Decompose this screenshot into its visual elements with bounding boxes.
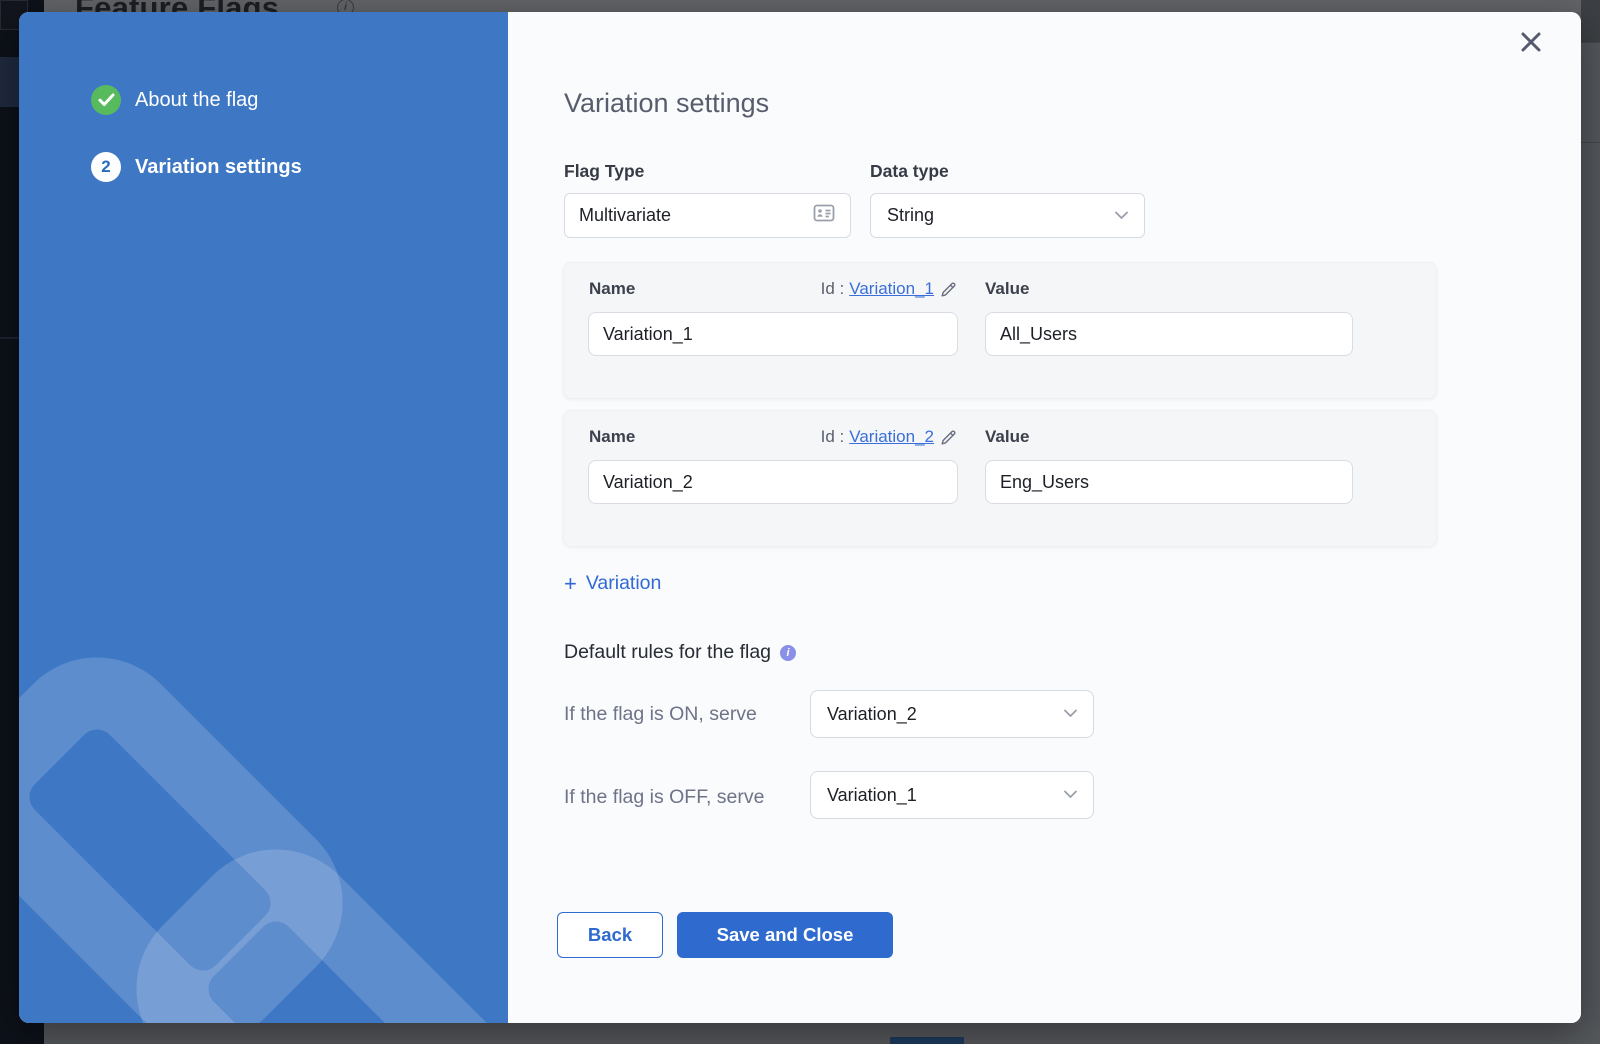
value-label: Value (985, 279, 1029, 299)
flag-off-value: Variation_1 (827, 785, 917, 806)
data-type-select[interactable]: String (870, 193, 1145, 238)
default-rules-title: Default rules for the flag (564, 641, 771, 664)
variation-name-input[interactable] (588, 460, 958, 504)
background-scrim-right-top (1581, 0, 1600, 42)
flag-type-field: Multivariate (564, 193, 851, 238)
add-variation-button[interactable]: + Variation (564, 572, 661, 595)
wizard-sidebar: About the flag 2 Variation settings (19, 12, 508, 1023)
step-number-badge: 2 (91, 152, 121, 182)
variation-value-input[interactable] (985, 460, 1353, 504)
check-icon (91, 85, 121, 115)
background-scrim-bottom (0, 1023, 1600, 1044)
back-button[interactable]: Back (557, 912, 663, 958)
background-page-header: Feature Flags i (0, 0, 1600, 12)
id-prefix: Id : (821, 279, 845, 299)
flag-off-label: If the flag is OFF, serve (564, 784, 799, 811)
panel-title: Variation settings (564, 88, 769, 119)
variation-name-input[interactable] (588, 312, 958, 356)
wizard-step-variation-settings[interactable]: 2 Variation settings (91, 152, 302, 182)
multivariate-card-icon (812, 201, 836, 230)
flag-on-select[interactable]: Variation_2 (810, 690, 1094, 738)
divider (1581, 142, 1600, 143)
wizard-step-label: Variation settings (135, 156, 302, 179)
data-type-label: Data type (870, 161, 949, 182)
flag-type-value: Multivariate (579, 205, 671, 226)
screen: Feature Flags i About the flag 2 Variati… (0, 0, 1600, 1044)
chevron-down-icon (1115, 207, 1128, 225)
chevron-down-icon (1064, 786, 1077, 804)
data-type-value: String (887, 205, 934, 226)
edit-pencil-icon[interactable] (939, 280, 958, 299)
default-rules-header: Default rules for the flag i (564, 641, 796, 664)
wizard-step-label: About the flag (135, 89, 258, 112)
flag-wizard-modal: About the flag 2 Variation settings Vari… (19, 12, 1581, 1023)
plus-icon: + (564, 573, 577, 595)
flag-on-label: If the flag is ON, serve (564, 701, 799, 728)
background-button (890, 1037, 964, 1044)
close-icon[interactable] (1516, 28, 1546, 58)
edit-pencil-icon[interactable] (939, 428, 958, 447)
variation-id-row: Id : Variation_1 (588, 279, 958, 299)
flag-off-select[interactable]: Variation_1 (810, 771, 1094, 819)
chevron-down-icon (1064, 705, 1077, 723)
divider (1581, 42, 1600, 43)
background-scrim-right (1581, 0, 1600, 1044)
variation-card: Name Id : Variation_1 Value (563, 262, 1437, 399)
value-label: Value (985, 427, 1029, 447)
variation-value-input[interactable] (985, 312, 1353, 356)
save-and-close-button[interactable]: Save and Close (677, 912, 893, 958)
variation-settings-panel: Variation settings Flag Type Data type M… (508, 12, 1581, 1023)
add-variation-label: Variation (586, 572, 662, 595)
footer-actions: Back Save and Close (557, 912, 893, 958)
info-icon[interactable]: i (780, 645, 796, 661)
flag-type-label: Flag Type (564, 161, 644, 182)
variation-id-link[interactable]: Variation_1 (849, 279, 934, 299)
variation-id-row: Id : Variation_2 (588, 427, 958, 447)
variation-id-link[interactable]: Variation_2 (849, 427, 934, 447)
wizard-step-about-the-flag[interactable]: About the flag (91, 85, 258, 115)
variation-card: Name Id : Variation_2 Value (563, 410, 1437, 547)
flag-on-value: Variation_2 (827, 704, 917, 725)
id-prefix: Id : (821, 427, 845, 447)
